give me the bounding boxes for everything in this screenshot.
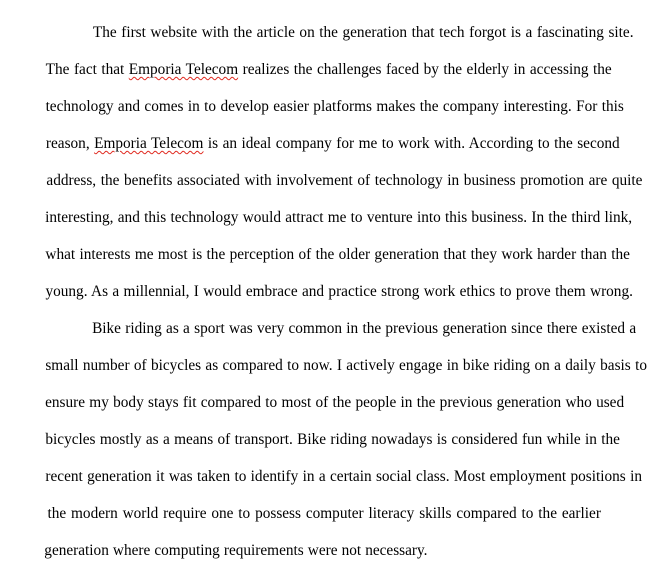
spellcheck-flagged-word[interactable]: Emporia Telecom [94, 135, 203, 152]
text-run: what interests me most is the perception… [45, 246, 630, 263]
spellcheck-flagged-word[interactable]: Emporia Telecom [129, 61, 238, 78]
text-run: recent generation it was taken to identi… [45, 468, 642, 485]
text-run: bicycles mostly as a means of transport.… [45, 431, 620, 448]
text-run: realizes the challenges faced by the eld… [238, 61, 612, 78]
document-page: The first website with the article on th… [0, 0, 665, 559]
text-run: small number of bicycles as compared to … [45, 357, 647, 374]
text-run: The first website with the article on th… [92, 24, 634, 41]
text-run: the modern world require one to possess … [47, 505, 601, 522]
text-run: interesting, and this technology would a… [45, 209, 633, 226]
text-run: young. As a millennial, I would embrace … [45, 283, 633, 300]
text-run: generation where computing requirements … [44, 542, 428, 559]
paragraph-2-line-7: generation where computing requirements … [28, 524, 428, 578]
text-run: address, the benefits associated with in… [46, 172, 643, 189]
text-run: The fact that [45, 61, 129, 78]
text-run: is an ideal company for me to work with.… [203, 135, 620, 152]
text-run: technology and comes in to develop easie… [45, 98, 624, 115]
text-run: reason, [45, 135, 95, 152]
text-run: Bike riding as a sport was very common i… [92, 320, 637, 337]
text-run: ensure my body stays fit compared to mos… [45, 394, 625, 411]
